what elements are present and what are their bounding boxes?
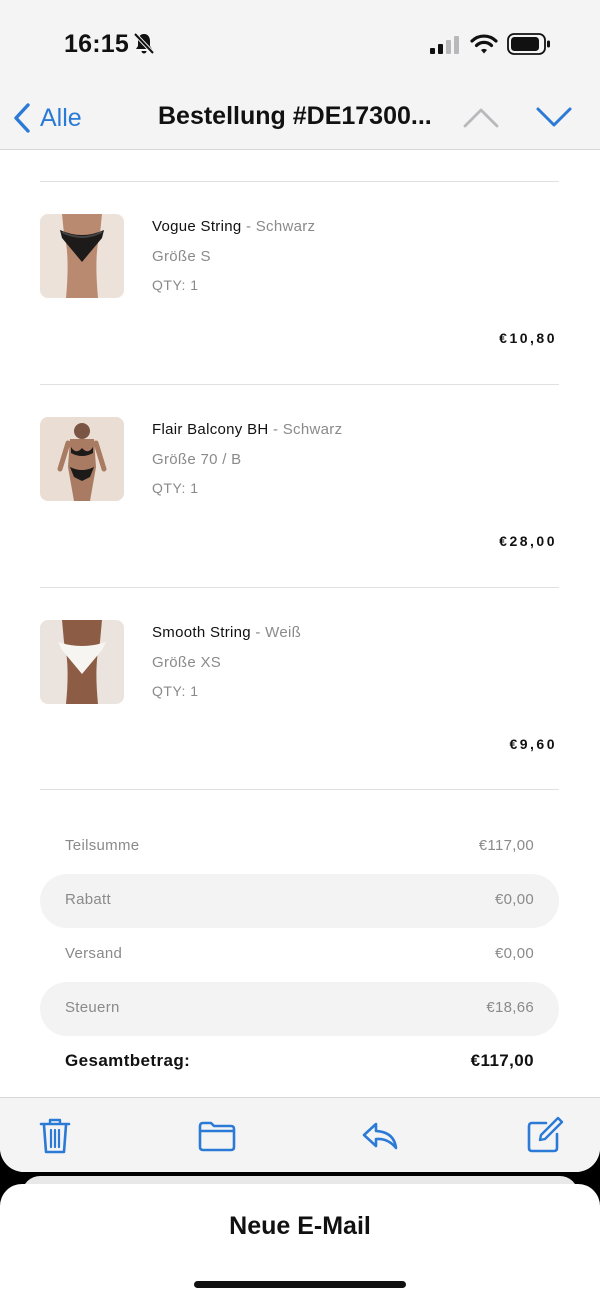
divider xyxy=(40,789,559,790)
back-button-label: Alle xyxy=(40,103,82,132)
product-image xyxy=(40,214,124,298)
item-variant: - Weiß xyxy=(250,624,302,641)
item-size: Größe S xyxy=(152,248,211,265)
wifi-icon xyxy=(470,34,498,54)
item-size: Größe 70 / B xyxy=(152,451,242,468)
divider xyxy=(40,587,559,588)
shipping-row: Versand €0,00 xyxy=(40,928,559,982)
compose-icon[interactable] xyxy=(524,1116,564,1156)
item-price: €28,00 xyxy=(499,533,557,549)
chevron-left-icon xyxy=(14,103,30,133)
total-value: €117,00 xyxy=(470,1051,534,1070)
total-row: Gesamtbetrag: €117,00 xyxy=(40,1036,559,1090)
shipping-value: €0,00 xyxy=(494,945,534,962)
item-title: Flair Balcony BH - Schwarz xyxy=(152,421,342,438)
item-quantity: QTY: 1 xyxy=(152,277,199,293)
item-name: Flair Balcony BH xyxy=(152,421,269,438)
order-item: Vogue String - Schwarz Größe S QTY: 1 €1… xyxy=(40,214,559,374)
next-message-button[interactable] xyxy=(535,102,573,132)
item-variant: - Schwarz xyxy=(268,421,343,438)
item-title: Smooth String - Weiß xyxy=(152,624,301,641)
back-button[interactable]: Alle xyxy=(12,98,82,138)
tax-row: Steuern €18,66 xyxy=(40,982,559,1036)
divider xyxy=(40,384,559,385)
trash-icon[interactable] xyxy=(35,1116,75,1156)
item-name: Vogue String xyxy=(152,218,242,235)
item-price: €10,80 xyxy=(499,330,557,346)
reply-icon[interactable] xyxy=(360,1116,400,1156)
order-item: Flair Balcony BH - Schwarz Größe 70 / B … xyxy=(40,417,559,577)
mail-toolbar xyxy=(0,1097,600,1172)
folder-icon[interactable] xyxy=(197,1116,237,1156)
item-variant: - Schwarz xyxy=(241,218,316,235)
discount-label: Rabatt xyxy=(65,891,111,908)
subtotal-label: Teilsumme xyxy=(65,837,140,854)
page-title: Bestellung #DE17300... xyxy=(158,102,432,130)
discount-row: Rabatt €0,00 xyxy=(40,874,559,928)
subtotal-row: Teilsumme €117,00 xyxy=(40,820,559,874)
item-quantity: QTY: 1 xyxy=(152,480,199,496)
previous-message-button[interactable] xyxy=(462,102,500,132)
tax-value: €18,66 xyxy=(486,999,534,1016)
item-size: Größe XS xyxy=(152,654,222,671)
total-label: Gesamtbetrag: xyxy=(65,1051,191,1070)
item-title: Vogue String - Schwarz xyxy=(152,218,315,235)
bell-muted-icon xyxy=(133,32,155,55)
order-item: Smooth String - Weiß Größe XS QTY: 1 €9,… xyxy=(40,620,559,780)
tax-label: Steuern xyxy=(65,999,120,1016)
home-indicator[interactable] xyxy=(194,1281,406,1288)
status-bar: 16:15 xyxy=(0,0,600,90)
mail-screen: 16:15 Alle Bestellung #DE17300... Vogue … xyxy=(0,0,600,1172)
item-name: Smooth String xyxy=(152,624,251,641)
product-image xyxy=(40,620,124,704)
navigation-bar: Alle Bestellung #DE17300... xyxy=(0,90,600,150)
status-time: 16:15 xyxy=(64,30,129,58)
item-price: €9,60 xyxy=(509,736,557,752)
new-email-title: Neue E-Mail xyxy=(229,1212,371,1240)
email-body: Vogue String - Schwarz Größe S QTY: 1 €1… xyxy=(0,151,600,1097)
shipping-label: Versand xyxy=(65,945,123,962)
cellular-signal-icon xyxy=(430,36,459,54)
item-quantity: QTY: 1 xyxy=(152,683,199,699)
subtotal-value: €117,00 xyxy=(478,837,534,854)
divider xyxy=(40,181,559,182)
product-image xyxy=(40,417,124,501)
new-email-sheet[interactable]: Neue E-Mail xyxy=(0,1184,600,1301)
battery-icon xyxy=(507,33,550,55)
discount-value: €0,00 xyxy=(494,891,534,908)
